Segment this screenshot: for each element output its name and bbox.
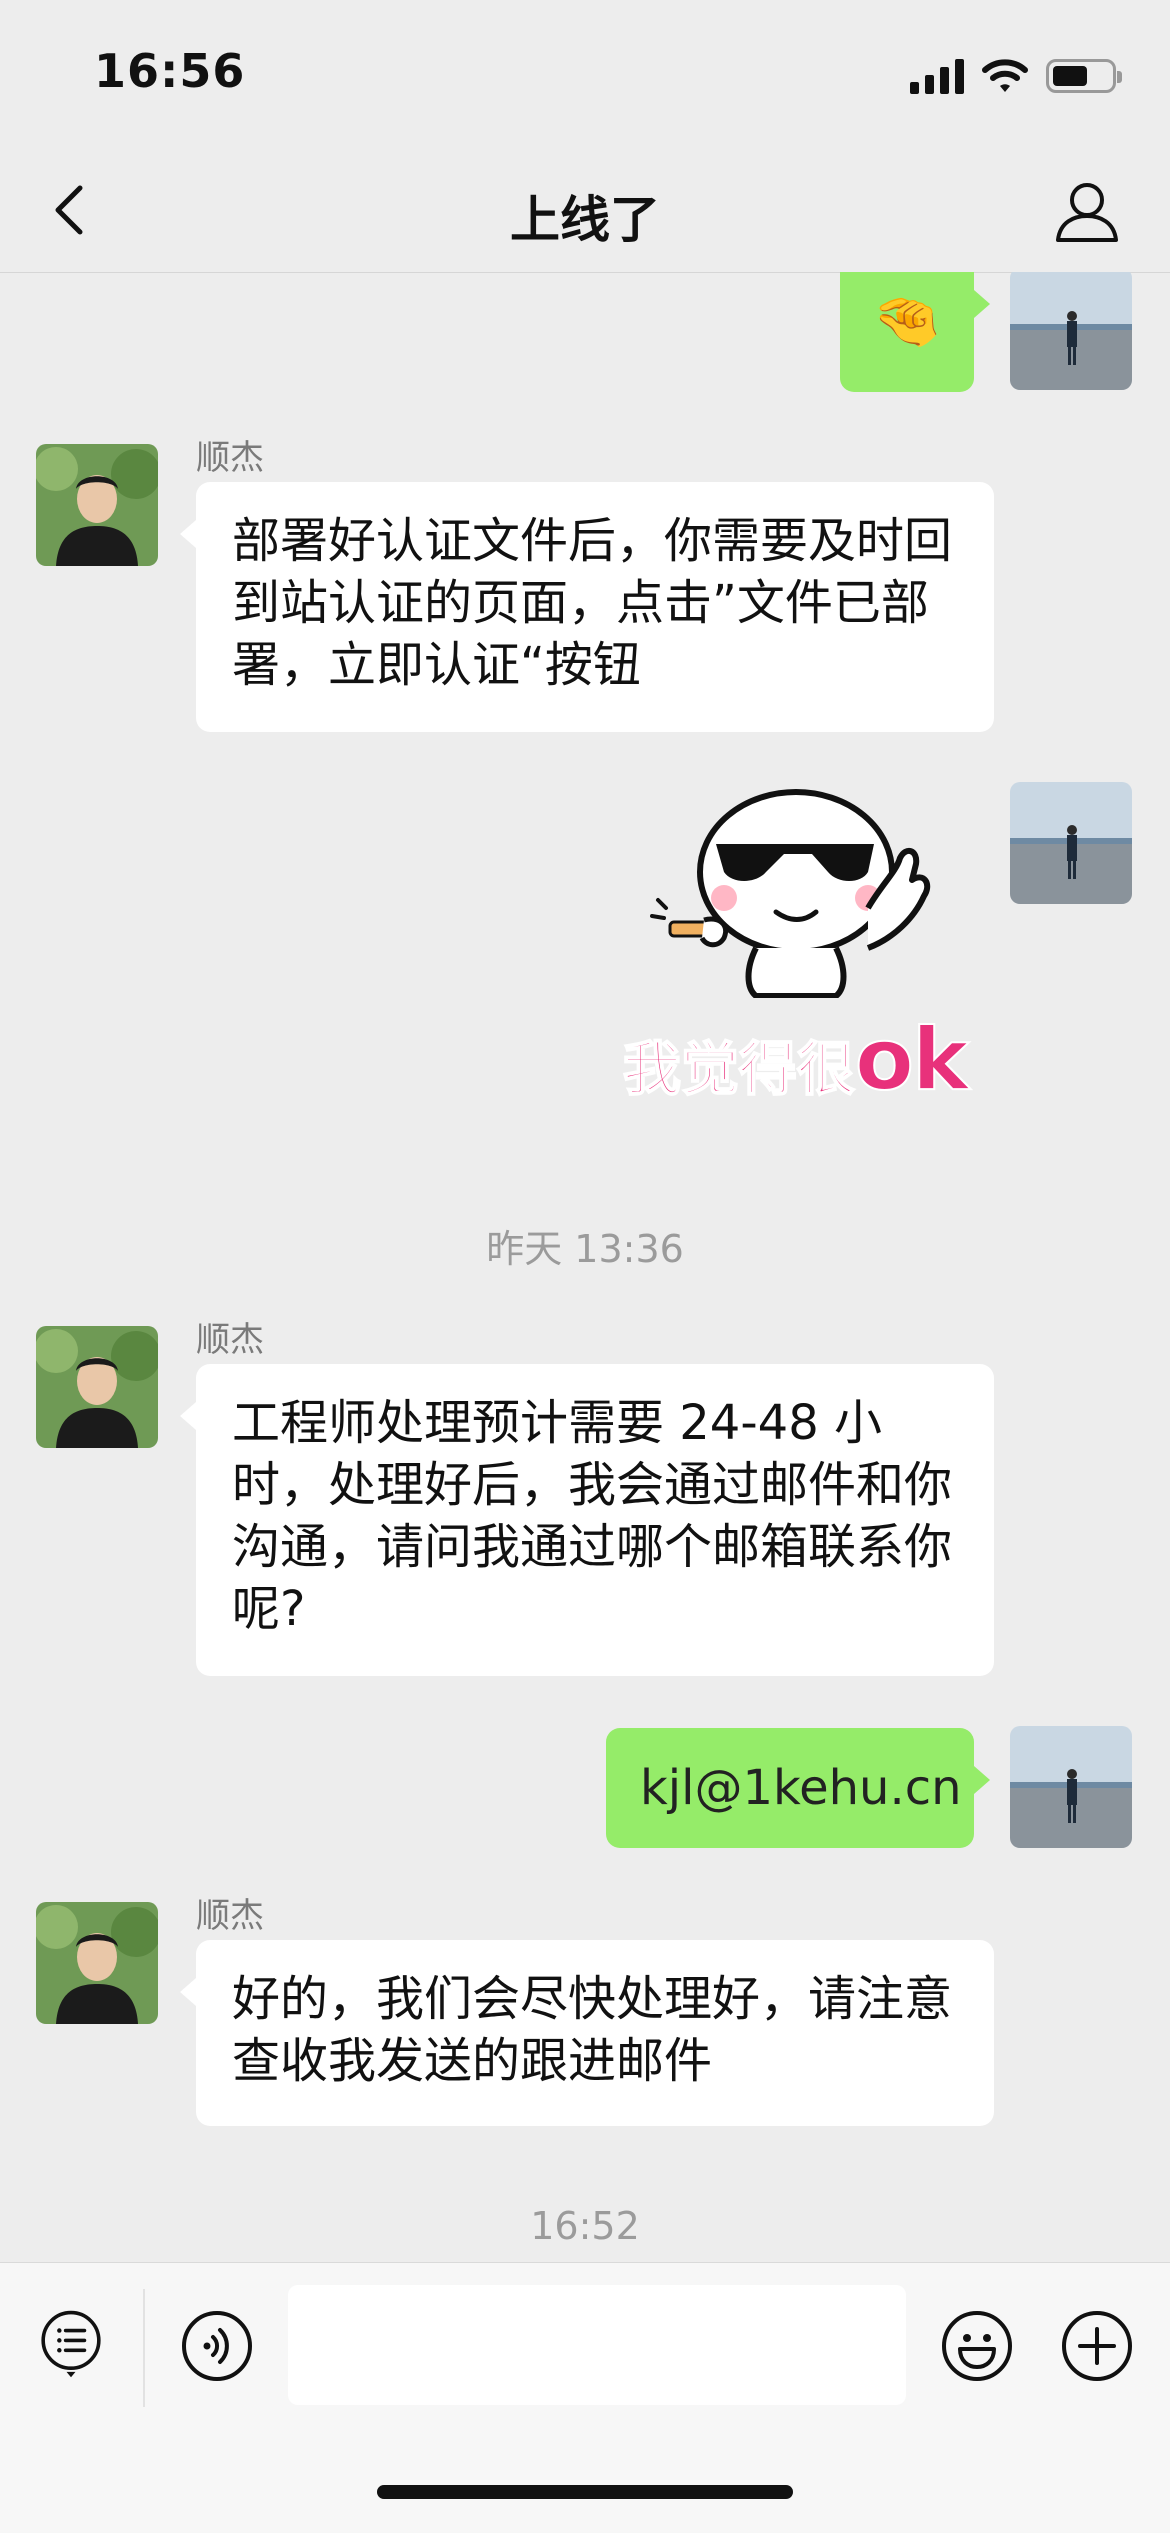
pinch-emoji-icon: 🤏 [872, 289, 942, 354]
status-bar: 16:56 [0, 0, 1170, 150]
voice-icon[interactable] [180, 2309, 254, 2383]
sender-name: 顺杰 [196, 1320, 264, 1360]
message-bubble-outgoing[interactable]: kjl@1kehu.cn [606, 1728, 990, 1848]
message-bubble-incoming[interactable]: 好的，我们会尽快处理好，请注意查收我发送的跟进邮件 [180, 1940, 994, 2126]
timestamp: 16:52 [530, 2204, 640, 2248]
message-bubble-incoming[interactable]: 部署好认证文件后，你需要及时回到站认证的页面，点击”文件已部署，立即认证“按钮 [180, 482, 994, 732]
chat-title: 上线了 [510, 191, 660, 249]
avatar-shunjie[interactable] [36, 1902, 158, 2024]
avatar-shunjie[interactable] [36, 444, 158, 566]
battery-icon [1046, 59, 1122, 93]
menu-list-icon[interactable] [36, 2309, 106, 2379]
message-bubble-incoming[interactable]: 工程师处理预计需要 24-48 小时，处理好后，我会通过邮件和你沟通，请问我通过… [180, 1364, 994, 1676]
input-divider [143, 2289, 145, 2407]
sunglasses-face-icon [650, 789, 931, 999]
profile-icon[interactable] [1052, 176, 1122, 246]
sticker-caption-ok: ok [854, 1009, 970, 1111]
signal-icon [910, 58, 964, 94]
home-indicator[interactable] [377, 2485, 793, 2499]
wifi-icon [982, 59, 1028, 92]
status-time: 16:56 [94, 44, 246, 98]
message-bubble-outgoing[interactable]: 🤏 [840, 272, 990, 392]
status-icons [910, 52, 1122, 100]
chat-header: 上线了 [0, 150, 1170, 273]
timestamp: 昨天 13:36 [486, 1227, 684, 1271]
avatar-shunjie[interactable] [36, 1326, 158, 1448]
sender-name: 顺杰 [196, 438, 264, 478]
input-bar [0, 2262, 1170, 2533]
sender-name: 顺杰 [196, 1896, 264, 1936]
message-list[interactable]: 🤏 顺杰 部署好认证文件后，你需要及时回到站认证的页面，点击”文件已部署，立即认… [0, 272, 1170, 2262]
sticker-cool-ok[interactable]: 我觉得很ok [606, 788, 984, 1118]
avatar-self[interactable] [1010, 272, 1132, 390]
avatar-self[interactable] [1010, 1726, 1132, 1848]
message-input[interactable] [288, 2285, 906, 2405]
sticker-caption-text: 我觉得很 [622, 1034, 856, 1104]
avatar-self[interactable] [1010, 782, 1132, 904]
emoji-icon[interactable] [940, 2309, 1014, 2383]
plus-icon[interactable] [1060, 2309, 1134, 2383]
